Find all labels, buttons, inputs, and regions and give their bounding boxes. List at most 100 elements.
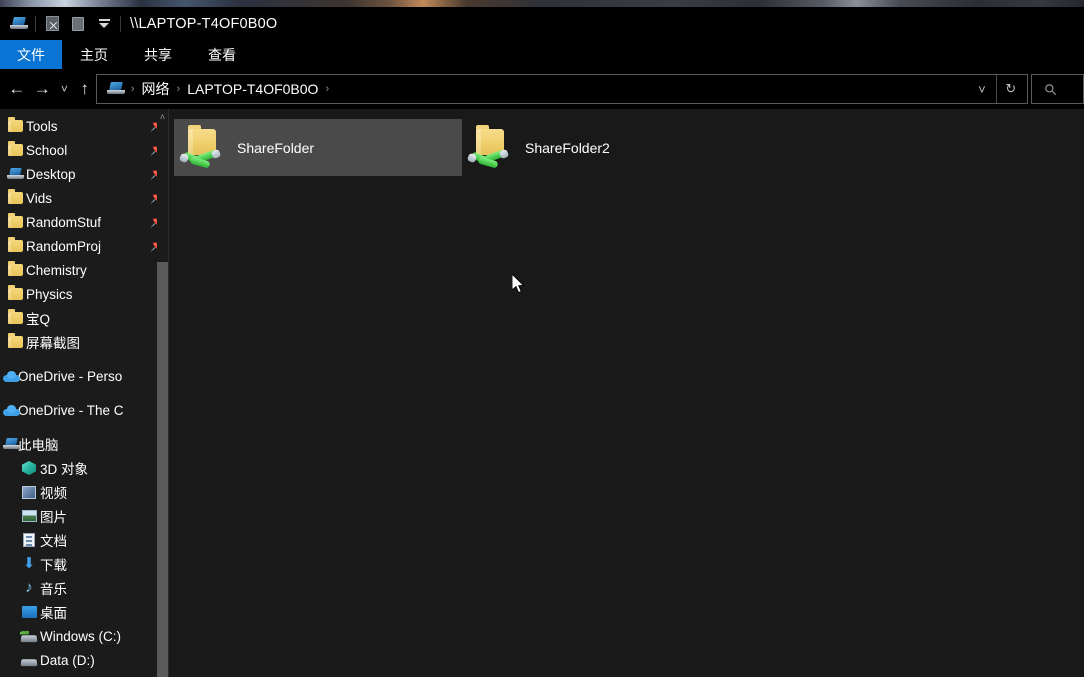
sidebar-item-baoq[interactable]: 宝Q — [0, 306, 168, 330]
tab-view[interactable]: 查看 — [190, 40, 254, 69]
search-input[interactable] — [1030, 74, 1084, 104]
file-item-label: ShareFolder2 — [525, 139, 610, 156]
sidebar-item-label: Chemistry — [26, 262, 87, 278]
sidebar-item-label: OneDrive - Perso — [18, 368, 123, 384]
sidebar-item-this-pc[interactable]: 此电脑 — [0, 432, 168, 456]
quick-access-toolbar — [6, 13, 124, 35]
sidebar-item-label: 文档 — [40, 534, 67, 549]
properties-icon[interactable] — [39, 13, 65, 35]
sidebar-item-onedrive-company[interactable]: OneDrive - The C — [0, 398, 168, 422]
folder-icon — [4, 189, 26, 207]
desktop-wallpaper-strip — [0, 0, 1084, 7]
sidebar-item-screenshots[interactable]: 屏幕截图 — [0, 330, 168, 354]
3d-objects-icon — [18, 459, 40, 477]
sidebar-item-downloads[interactable]: ⬇ 下载 — [0, 552, 168, 576]
sidebar-item-data-d[interactable]: Data (D:) — [0, 648, 168, 672]
music-icon: ♪ — [25, 579, 33, 596]
sidebar-item-desktop[interactable]: 桌面 — [0, 600, 168, 624]
address-history-chevron-down-icon[interactable]: ˅ — [968, 75, 996, 103]
file-explorer-window: \\LAPTOP-T4OF0B0O 文件 主页 共享 查看 ← → ˅ ↑ › … — [0, 7, 1084, 677]
sidebar-item-label: Physics — [26, 286, 73, 302]
sidebar-item-label: Windows (C:) — [40, 628, 122, 644]
sidebar-item-onedrive-personal[interactable]: OneDrive - Perso — [0, 364, 168, 388]
sidebar-item-3d-objects[interactable]: 3D 对象 — [0, 456, 168, 480]
folder-icon — [4, 333, 26, 351]
breadcrumb-item-network[interactable]: 网络 — [139, 79, 173, 99]
folder-icon — [4, 285, 26, 303]
sidebar-item-label: 图片 — [40, 510, 67, 525]
explorer-body: Tools 📌 School 📌 Desktop 📌 — [0, 109, 1084, 677]
documents-icon — [18, 531, 40, 549]
navigation-tree: Tools 📌 School 📌 Desktop 📌 — [0, 109, 168, 672]
sidebar-item-vids[interactable]: Vids 📌 — [0, 186, 168, 210]
sidebar-item-desktop-quick[interactable]: Desktop 📌 — [0, 162, 168, 186]
sidebar-item-label: Desktop — [26, 166, 76, 182]
address-bar-row: ← → ˅ ↑ › 网络 › LAPTOP-T4OF0B0O › ˅ ↻ — [0, 69, 1084, 109]
onedrive-cloud-icon — [0, 401, 22, 419]
sidebar-item-documents[interactable]: 文档 — [0, 528, 168, 552]
toolbar-divider-2 — [120, 15, 121, 32]
sidebar-item-label: RandomProj — [26, 238, 102, 254]
breadcrumb-separator-2[interactable]: › — [321, 83, 333, 95]
shared-folder-icon — [178, 124, 227, 172]
sidebar-item-chemistry[interactable]: Chemistry — [0, 258, 168, 282]
pictures-icon — [18, 507, 40, 525]
title-bar: \\LAPTOP-T4OF0B0O — [0, 7, 1084, 40]
sidebar-item-randomstuf[interactable]: RandomStuf 📌 — [0, 210, 168, 234]
sidebar-item-pictures[interactable]: 图片 — [0, 504, 168, 528]
desktop-icon — [18, 603, 40, 621]
navigation-pane-scrollbar[interactable]: ˄ — [157, 109, 168, 677]
scrollbar-thumb[interactable] — [157, 262, 168, 677]
sidebar-item-label: Data (D:) — [40, 652, 95, 668]
sidebar-item-randomproj[interactable]: RandomProj 📌 — [0, 234, 168, 258]
file-list-view[interactable]: ShareFolder ShareFolder2 — [169, 109, 1084, 677]
sidebar-item-tools[interactable]: Tools 📌 — [0, 114, 168, 138]
sidebar-item-music[interactable]: ♪ 音乐 — [0, 576, 168, 600]
new-folder-icon[interactable] — [65, 13, 91, 35]
tab-home[interactable]: 主页 — [62, 40, 126, 69]
scroll-up-chevron-icon[interactable]: ˄ — [157, 111, 168, 123]
recent-locations-icon[interactable]: ˅ — [55, 73, 74, 105]
up-button[interactable]: ↑ — [74, 73, 96, 105]
sidebar-item-label: 屏幕截图 — [26, 336, 80, 351]
sidebar-item-label: Tools — [26, 118, 58, 134]
back-button[interactable]: ← — [4, 73, 30, 105]
sidebar-item-label: 音乐 — [40, 582, 67, 597]
forward-button[interactable]: → — [30, 73, 56, 105]
sidebar-item-label: 桌面 — [40, 606, 67, 621]
tab-share[interactable]: 共享 — [126, 40, 190, 69]
windows-drive-icon — [18, 627, 40, 645]
network-computer-icon[interactable] — [6, 13, 32, 35]
sidebar-item-windows-c[interactable]: Windows (C:) — [0, 624, 168, 648]
folder-icon — [4, 237, 26, 255]
breadcrumb-separator-1: › — [176, 83, 181, 95]
sidebar-item-label: 3D 对象 — [40, 462, 89, 477]
sidebar-item-videos[interactable]: 视频 — [0, 480, 168, 504]
window-title: \\LAPTOP-T4OF0B0O — [130, 15, 278, 32]
tab-file[interactable]: 文件 — [0, 40, 62, 69]
file-item-label: ShareFolder — [237, 139, 315, 156]
file-item-sharefolder2[interactable]: ShareFolder2 — [462, 119, 750, 176]
customize-quick-access-caret-icon[interactable] — [91, 13, 117, 35]
folder-icon — [4, 117, 26, 135]
sidebar-gap-2 — [0, 388, 168, 398]
refresh-icon[interactable]: ↻ — [997, 75, 1025, 103]
sidebar-item-school[interactable]: School 📌 — [0, 138, 168, 162]
breadcrumb-network-computer-icon — [105, 78, 127, 100]
breadcrumb-item-laptop[interactable]: LAPTOP-T4OF0B0O — [184, 81, 321, 97]
sidebar-item-label: OneDrive - The C — [18, 402, 124, 418]
drive-icon — [18, 651, 40, 669]
sidebar-gap-1 — [0, 354, 168, 364]
sidebar-item-label: 此电脑 — [18, 438, 59, 453]
videos-icon — [18, 483, 40, 501]
file-item-sharefolder[interactable]: ShareFolder — [174, 119, 462, 176]
this-pc-icon — [0, 435, 22, 453]
shared-folder-icon — [466, 124, 515, 172]
sidebar-item-label: 视频 — [40, 486, 67, 501]
breadcrumb-separator-0: › — [130, 83, 135, 95]
computer-icon — [4, 165, 26, 183]
sidebar-item-physics[interactable]: Physics — [0, 282, 168, 306]
file-tiles: ShareFolder ShareFolder2 — [169, 119, 1084, 176]
folder-icon — [4, 141, 26, 159]
address-bar[interactable]: › 网络 › LAPTOP-T4OF0B0O › ˅ ↻ — [95, 74, 1028, 104]
